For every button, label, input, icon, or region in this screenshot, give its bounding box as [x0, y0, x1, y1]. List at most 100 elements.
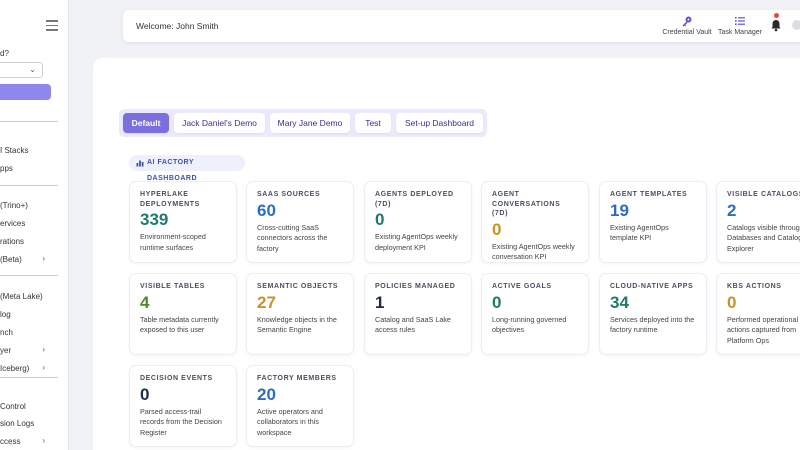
kpi-card-value: 339	[140, 210, 169, 229]
sidebar-select[interactable]: ⌄	[0, 62, 43, 78]
kpi-card-description: Existing AgentOps weekly conversation KP…	[492, 241, 575, 262]
bar-chart-icon	[136, 160, 144, 167]
welcome-text: Welcome: John Smith	[136, 21, 219, 31]
sidebar-item-catalog[interactable]: log	[0, 310, 58, 319]
section-title: AI FACTORY DASHBOARD	[129, 155, 245, 182]
kpi-card: ACTIVE GOALS 0 Long-running governed objec…	[481, 273, 589, 355]
sidebar-item-meta-lake[interactable]: (Meta Lake)	[0, 292, 58, 301]
kpi-card-label: KBS ACTIONS	[727, 283, 782, 290]
kpi-card: POLICIES MANAGED 1 Catalog and SaaS Lake a…	[364, 273, 472, 355]
kpi-card-value: 20	[257, 384, 276, 404]
sidebar-item-decision-logs[interactable]: sion Logs	[0, 419, 58, 428]
sidebar-primary-button[interactable]	[0, 84, 51, 100]
kpi-card-description: Performed operational actions captured f…	[727, 314, 799, 345]
sidebar-item-integrations[interactable]: rations	[0, 237, 58, 246]
kpi-card-value: 0	[492, 292, 502, 312]
sidebar-divider	[0, 275, 58, 276]
kpi-card-description: Parsed access-trail records from the Dec…	[140, 406, 222, 437]
kpi-card-description: Existing AgentOps template KPI	[610, 222, 669, 243]
kpi-card: SAAS SOURCES 60 Cross-cutting SaaS connect…	[246, 181, 354, 263]
sidebar-item-label: (Beta)	[0, 255, 22, 264]
credential-vault-button[interactable]: Credential Vault	[661, 15, 713, 36]
top-header: Welcome: John Smith Credential Vault Tas…	[123, 10, 800, 42]
kpi-card-description: Existing AgentOps weekly deployment KPI	[375, 232, 458, 252]
kpi-card-value: 0	[727, 292, 737, 312]
sidebar-item-ai-stacks[interactable]: I Stacks	[0, 146, 58, 155]
sidebar-item-layer[interactable]: yer ›	[0, 345, 58, 355]
bell-icon	[771, 20, 781, 32]
task-manager-label: Task Manager	[718, 29, 762, 36]
list-icon	[735, 17, 745, 25]
kpi-card-label: POLICIES MANAGED	[375, 283, 456, 290]
kpi-card-label: AGENT CONVERSATIONS (7D)	[492, 191, 561, 217]
kpi-card-description: Active operators and collaborators in th…	[257, 406, 323, 437]
kpi-card: FACTORY MEMBERS 20 Active operators and co…	[246, 365, 354, 447]
kpi-card-label: FACTORY MEMBERS	[257, 375, 337, 382]
sidebar-item-label: ccess	[0, 437, 21, 446]
sidebar-question-label: d?	[0, 49, 9, 58]
kpi-card-label: VISIBLE TABLES	[140, 283, 206, 290]
kpi-card-description: Table metadata currently exposed to this…	[140, 314, 219, 335]
kpi-card-value: 0	[375, 210, 385, 229]
kpi-card: AGENTS DEPLOYED (7D) 0 Existing AgentOps w…	[364, 181, 472, 263]
kpi-card: SEMANTIC OBJECTS 27 Knowledge objects in t…	[246, 273, 354, 355]
chevron-right-icon: ›	[42, 254, 45, 263]
kpi-card-label: AGENTS DEPLOYED (7D)	[375, 191, 454, 208]
kpi-card-value: 2	[727, 200, 737, 220]
kpi-card-label: ACTIVE GOALS	[492, 283, 552, 290]
kpi-card-value: 27	[257, 292, 276, 312]
kpi-card-label: SEMANTIC OBJECTS	[257, 283, 339, 290]
chevron-right-icon: ›	[42, 345, 45, 354]
kpi-card: VISIBLE CATALOGS 2 Catalogs visible throug…	[716, 181, 800, 263]
sidebar-divider	[0, 185, 58, 186]
kpi-card-value: 0	[492, 219, 502, 239]
tab-mary-jane-demo[interactable]: Mary Jane Demo	[270, 113, 350, 133]
sidebar-item-workbench[interactable]: nch	[0, 328, 58, 337]
notifications-button[interactable]	[766, 13, 786, 35]
hamburger-menu-icon[interactable]	[46, 20, 58, 32]
sidebar-item-services[interactable]: ervices	[0, 219, 58, 228]
kpi-card-description: Catalog and SaaS Lake access rules	[375, 314, 451, 335]
tab-set-up-dashboard[interactable]: Set-up Dashboard	[396, 113, 483, 133]
tab-test[interactable]: Test	[355, 113, 391, 133]
sidebar: d? ⌄ I Stacks pps (Trino+) ervices ratio…	[0, 0, 69, 450]
sidebar-item-beta[interactable]: (Beta) ›	[0, 254, 58, 264]
sidebar-item-trino[interactable]: (Trino+)	[0, 201, 58, 210]
sidebar-item-iceberg[interactable]: Iceberg) ›	[0, 363, 58, 373]
kpi-card-value: 4	[140, 292, 150, 312]
kpi-card: VISIBLE TABLES 4 Table metadata currently …	[129, 273, 237, 355]
kpi-card: AGENT TEMPLATES 19 Existing AgentOps templ…	[599, 181, 707, 263]
tab-jack-daniels-demo[interactable]: Jack Daniel's Demo	[174, 113, 265, 133]
kpi-card-description: Catalogs visible through Databases and C…	[727, 222, 800, 253]
kpi-card-label: VISIBLE CATALOGS	[727, 191, 800, 198]
key-icon	[682, 16, 692, 27]
kpi-card-value: 19	[610, 200, 629, 220]
chevron-down-icon: ⌄	[29, 65, 36, 74]
sidebar-item-access-control[interactable]: Control	[0, 402, 58, 411]
kpi-card-description: Environment-scoped runtime surfaces	[140, 232, 206, 252]
sidebar-item-label: yer	[0, 346, 12, 355]
notification-badge	[774, 13, 779, 18]
kpi-card-label: HYPERLAKE DEPLOYMENTS	[140, 191, 200, 208]
sidebar-item-access[interactable]: ccess ›	[0, 436, 58, 446]
kpi-card: DECISION EVENTS 0 Parsed access-trail reco…	[129, 365, 237, 447]
avatar[interactable]	[792, 20, 800, 30]
kpi-card-value: 60	[257, 200, 276, 220]
tab-default[interactable]: Default	[123, 113, 169, 133]
kpi-card: HYPERLAKE DEPLOYMENTS 339 Environment-scop…	[129, 181, 237, 263]
sidebar-divider	[0, 121, 58, 122]
sidebar-item-label: Iceberg)	[0, 364, 30, 373]
task-manager-button[interactable]: Task Manager	[717, 15, 763, 36]
kpi-card-description: Knowledge objects in the Semantic Engine	[257, 314, 337, 335]
chevron-right-icon: ›	[42, 363, 45, 372]
sidebar-item-apps[interactable]: pps	[0, 164, 58, 173]
kpi-card-description: Services deployed into the factory runti…	[610, 314, 695, 335]
kpi-card: KBS ACTIONS 0 Performed operational action…	[716, 273, 800, 355]
kpi-card-label: AGENT TEMPLATES	[610, 191, 688, 198]
kpi-card-value: 1	[375, 292, 385, 312]
chevron-right-icon: ›	[42, 436, 45, 445]
sidebar-divider	[0, 377, 58, 378]
kpi-card: CLOUD-NATIVE APPS 34 Services deployed int…	[599, 273, 707, 355]
kpi-card-label: CLOUD-NATIVE APPS	[610, 283, 694, 290]
kpi-card-label: SAAS SOURCES	[257, 191, 321, 198]
